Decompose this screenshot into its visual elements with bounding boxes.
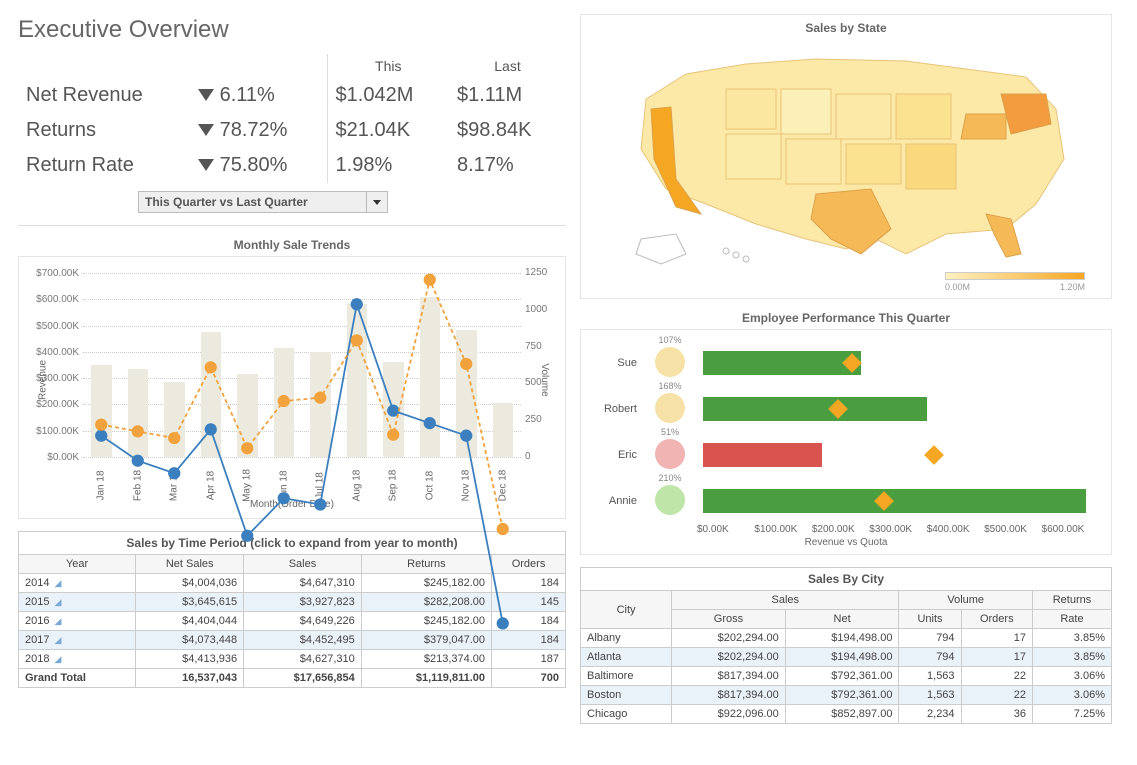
x-tick: $300.00K: [869, 524, 926, 535]
kpi-label: Return Rate: [18, 148, 190, 183]
employee-bar-area: [703, 395, 1099, 423]
time-period-title: Sales by Time Period (click to expand fr…: [18, 531, 566, 554]
kpi-col-last: Last: [449, 54, 566, 78]
table-row[interactable]: Albany$202,294.00$194,498.00794173.85%: [581, 629, 1112, 648]
employee-name: Eric: [593, 449, 637, 461]
kpi-this: 1.98%: [327, 148, 449, 183]
table-row[interactable]: 2018 ◢$4,413,936$4,627,310$213,374.00187: [19, 650, 566, 669]
table-header: Rate: [1032, 610, 1111, 629]
employee-row[interactable]: Sue107%: [593, 340, 1099, 386]
table-header-group: Returns: [1032, 591, 1111, 610]
table-header-group: City: [581, 591, 672, 629]
employee-status-dot: [655, 439, 685, 469]
table-total-row: Grand Total16,537,043$17,656,854$1,119,8…: [19, 669, 566, 688]
monthly-trends-chart[interactable]: Revenue Volume $0.00K$100.00K$200.00K$30…: [18, 256, 566, 519]
employee-name: Robert: [593, 403, 637, 415]
kpi-col-this: This: [327, 54, 449, 78]
employee-pct-label: 210%: [658, 473, 681, 483]
x-axis-label: Month(Order Date): [27, 499, 557, 510]
kpi-change: 78.72%: [190, 113, 327, 148]
page-title: Executive Overview: [18, 16, 566, 44]
sales-time-period-panel: Sales by Time Period (click to expand fr…: [18, 531, 566, 688]
employee-perf-chart[interactable]: Sue107%Robert168%Eric51%Annie210% $0.00K…: [580, 329, 1112, 555]
time-period-table[interactable]: YearNet SalesSalesReturnsOrders 2014 ◢$4…: [18, 554, 566, 688]
sales-by-city-panel: Sales By City CitySalesVolumeReturns Gro…: [580, 567, 1112, 724]
table-header-group: Volume: [899, 591, 1033, 610]
employee-pct-label: 107%: [658, 335, 681, 345]
map-legend-max: 1.20M: [1060, 282, 1085, 292]
employee-name: Sue: [593, 357, 637, 369]
employee-bar-area: [703, 487, 1099, 515]
kpi-last: 8.17%: [449, 148, 566, 183]
table-row[interactable]: 2017 ◢$4,073,448$4,452,495$379,047.00184: [19, 631, 566, 650]
table-header: Net: [785, 610, 899, 629]
employee-bar-area: [703, 349, 1099, 377]
x-tick: $100.00K: [754, 524, 811, 535]
employee-pct-label: 51%: [661, 427, 679, 437]
trend-arrow-icon: [198, 89, 214, 101]
employee-status-dot: [655, 393, 685, 423]
employee-status-dot: [655, 485, 685, 515]
employee-row[interactable]: Annie210%: [593, 478, 1099, 524]
trend-arrow-icon: [198, 124, 214, 136]
table-header: Returns: [361, 555, 491, 574]
x-tick: $500.00K: [984, 524, 1041, 535]
us-map-svg: [587, 39, 1105, 269]
kpi-label: Returns: [18, 113, 190, 148]
table-row[interactable]: 2014 ◢$4,004,036$4,647,310$245,182.00184: [19, 574, 566, 593]
employee-name: Annie: [593, 495, 637, 507]
employee-pct-label: 168%: [658, 381, 681, 391]
kpi-change: 75.80%: [190, 148, 327, 183]
table-row[interactable]: Chicago$922,096.00$852,897.002,234367.25…: [581, 705, 1112, 724]
period-dropdown-value: This Quarter vs Last Quarter: [145, 195, 308, 209]
x-tick: $400.00K: [927, 524, 984, 535]
table-row[interactable]: Baltimore$817,394.00$792,361.001,563223.…: [581, 667, 1112, 686]
kpi-summary-table: This Last Net Revenue6.11%$1.042M$1.11M R…: [18, 54, 566, 183]
table-row[interactable]: Boston$817,394.00$792,361.001,563223.06%: [581, 686, 1112, 705]
kpi-last: $98.84K: [449, 113, 566, 148]
employee-row[interactable]: Robert168%: [593, 386, 1099, 432]
monthly-trends-title: Monthly Sale Trends: [18, 238, 566, 252]
employee-xlabel: Revenue vs Quota: [593, 537, 1099, 548]
table-header: Year: [19, 555, 136, 574]
sales-by-state-map[interactable]: Sales by State: [580, 14, 1112, 299]
map-title: Sales by State: [587, 21, 1105, 35]
map-legend-gradient: [945, 272, 1085, 280]
x-tick: $0.00K: [697, 524, 754, 535]
table-row[interactable]: Atlanta$202,294.00$194,498.00794173.85%: [581, 648, 1112, 667]
kpi-this: $21.04K: [327, 113, 449, 148]
employee-perf-title: Employee Performance This Quarter: [580, 311, 1112, 325]
table-row[interactable]: 2015 ◢$3,645,615$3,927,823$282,208.00145: [19, 593, 566, 612]
chevron-down-icon: [366, 192, 381, 212]
table-header: Orders: [492, 555, 566, 574]
table-header: Units: [899, 610, 961, 629]
employee-status-dot: [655, 347, 685, 377]
kpi-this: $1.042M: [327, 78, 449, 113]
table-header-group: Sales: [672, 591, 899, 610]
map-legend-min: 0.00M: [945, 282, 970, 292]
employee-bar-area: [703, 441, 1099, 469]
sales-by-city-table[interactable]: CitySalesVolumeReturns GrossNetUnitsOrde…: [580, 590, 1112, 724]
kpi-change: 6.11%: [190, 78, 327, 113]
x-tick: $200.00K: [812, 524, 869, 535]
kpi-label: Net Revenue: [18, 78, 190, 113]
x-tick: $600.00K: [1042, 524, 1099, 535]
sales-by-city-title: Sales By City: [580, 567, 1112, 590]
table-header: Orders: [961, 610, 1032, 629]
kpi-last: $1.11M: [449, 78, 566, 113]
employee-row[interactable]: Eric51%: [593, 432, 1099, 478]
table-header: Net Sales: [136, 555, 244, 574]
table-header: Sales: [244, 555, 362, 574]
table-row[interactable]: 2016 ◢$4,404,044$4,649,226$245,182.00184: [19, 612, 566, 631]
trend-arrow-icon: [198, 159, 214, 171]
quota-marker-icon: [924, 445, 944, 465]
period-dropdown[interactable]: This Quarter vs Last Quarter: [138, 191, 388, 213]
table-header: Gross: [672, 610, 786, 629]
